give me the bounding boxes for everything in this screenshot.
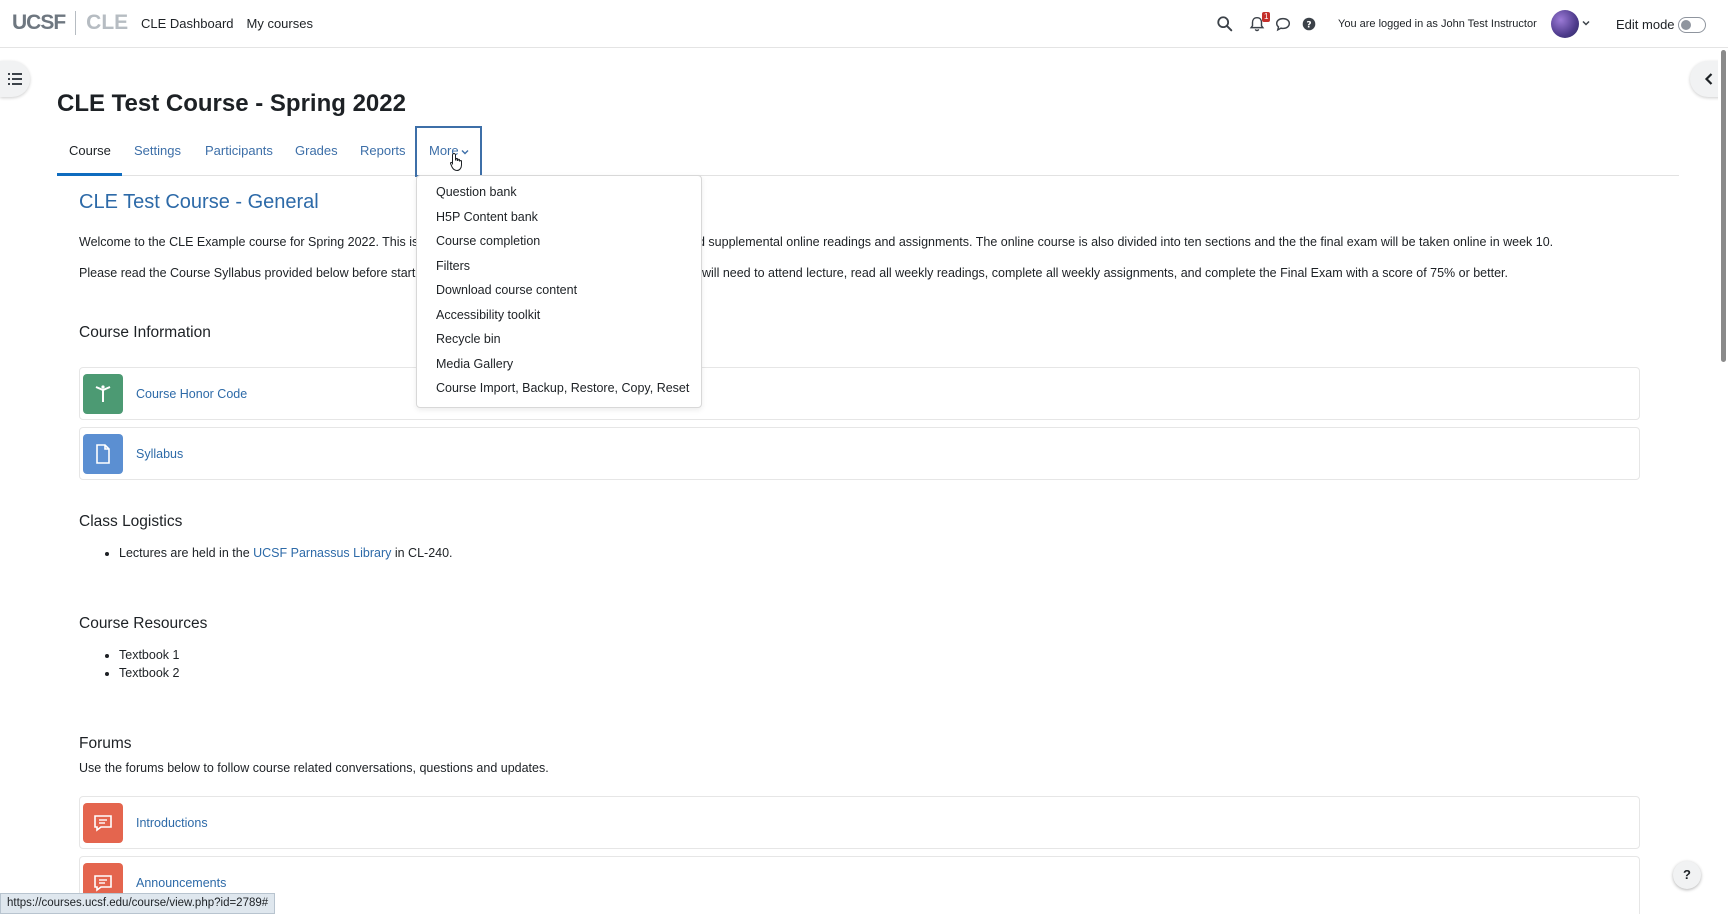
forums-description: Use the forums below to follow course re… <box>79 761 549 775</box>
logistics-text-before: Lectures are held in the <box>119 546 250 560</box>
tab-participants[interactable]: Participants <box>205 143 273 158</box>
logistics-text-after: in CL-240. <box>394 546 453 560</box>
course-index-drawer-toggle[interactable] <box>0 61 30 97</box>
parnassus-library-link[interactable]: UCSF Parnassus Library <box>253 546 391 560</box>
syllabus-file-icon <box>83 434 123 474</box>
list-item: Lectures are held in the UCSF Parnassus … <box>119 546 453 560</box>
honor-code-icon <box>83 374 123 414</box>
scrollbar-thumb[interactable] <box>1721 50 1726 362</box>
course-information-heading: Course Information <box>79 324 211 341</box>
top-navbar: UCSF CLE CLE Dashboard My courses 1 ? Yo… <box>0 0 1728 48</box>
activity-introductions: Introductions <box>79 796 1640 849</box>
site-logo[interactable]: UCSF CLE <box>12 9 128 37</box>
course-title: CLE Test Course - Spring 2022 <box>57 90 406 117</box>
tab-course[interactable]: Course <box>69 143 111 158</box>
browser-status-bar-url: https://courses.ucsf.edu/course/view.php… <box>0 893 276 914</box>
logistics-list: Lectures are held in the UCSF Parnassus … <box>119 546 453 564</box>
edit-mode-toggle[interactable] <box>1678 17 1706 33</box>
activity-syllabus: Syllabus <box>79 427 1640 480</box>
tab-grades[interactable]: Grades <box>295 143 338 158</box>
activity-announcements: Announcements <box>79 856 1640 914</box>
signpost-icon <box>95 385 111 402</box>
tab-settings[interactable]: Settings <box>134 143 181 158</box>
list-item: Textbook 2 <box>119 666 179 680</box>
help-circle-icon[interactable]: ? <box>1300 15 1318 33</box>
welcome-text-left: Welcome to the CLE Example course for Sp… <box>79 235 429 249</box>
help-button[interactable]: ? <box>1673 861 1701 889</box>
menu-item-question-bank[interactable]: Question bank <box>417 180 701 205</box>
menu-item-media-gallery[interactable]: Media Gallery <box>417 352 701 377</box>
logo-cle: CLE <box>86 11 129 34</box>
honor-code-link[interactable]: Course Honor Code <box>136 387 247 401</box>
menu-item-course-import-backup[interactable]: Course Import, Backup, Restore, Copy, Re… <box>417 376 701 401</box>
hand-pointer-cursor-icon <box>449 152 462 172</box>
chat-bubble-icon[interactable] <box>1274 15 1292 33</box>
syllabus-link[interactable]: Syllabus <box>136 447 183 461</box>
syllabus-instructions-right: will need to attend lecture, read all we… <box>702 266 1508 280</box>
more-dropdown-menu: Question bank H5P Content bank Course co… <box>416 175 702 408</box>
notification-count-badge: 1 <box>1262 12 1271 22</box>
menu-item-course-completion[interactable]: Course completion <box>417 229 701 254</box>
edit-mode-label: Edit mode <box>1616 17 1675 32</box>
document-icon <box>96 444 110 464</box>
nav-my-courses[interactable]: My courses <box>247 16 313 31</box>
secondary-navigation-tabs: Course Settings Participants Grades Repo… <box>57 126 1679 177</box>
user-avatar[interactable] <box>1551 10 1579 38</box>
class-logistics-heading: Class Logistics <box>79 513 183 530</box>
forums-heading: Forums <box>79 735 132 752</box>
forum-chat-icon <box>94 875 112 892</box>
logo-divider <box>75 11 77 35</box>
logo-ucsf: UCSF <box>12 11 66 34</box>
chevron-down-icon[interactable] <box>1581 18 1591 28</box>
tab-reports[interactable]: Reports <box>360 143 406 158</box>
page-scrollbar[interactable] <box>1718 48 1728 914</box>
active-tab-indicator <box>57 173 122 176</box>
menu-item-recycle-bin[interactable]: Recycle bin <box>417 327 701 352</box>
forum-icon <box>83 803 123 843</box>
syllabus-instructions-left: Please read the Course Syllabus provided… <box>79 266 426 280</box>
menu-item-download-course-content[interactable]: Download course content <box>417 278 701 303</box>
logged-in-as-text: You are logged in as John Test Instructo… <box>1338 18 1537 30</box>
list-item: Textbook 1 <box>119 648 179 662</box>
forum-chat-icon <box>94 815 112 832</box>
welcome-text-right: d supplemental online readings and assig… <box>698 235 1554 249</box>
search-icon[interactable] <box>1216 15 1234 33</box>
chevron-left-icon <box>1704 73 1713 85</box>
resources-list: Textbook 1 Textbook 2 <box>119 648 179 684</box>
section-title: CLE Test Course - General <box>79 191 319 213</box>
primary-navigation: CLE Dashboard My courses <box>141 16 313 31</box>
nav-cle-dashboard[interactable]: CLE Dashboard <box>141 16 234 31</box>
menu-item-h5p-content-bank[interactable]: H5P Content bank <box>417 205 701 230</box>
introductions-link[interactable]: Introductions <box>136 816 208 830</box>
menu-item-accessibility-toolkit[interactable]: Accessibility toolkit <box>417 303 701 328</box>
course-resources-heading: Course Resources <box>79 615 208 632</box>
activity-honor-code: Course Honor Code <box>79 367 1640 420</box>
menu-item-filters[interactable]: Filters <box>417 254 701 279</box>
svg-text:?: ? <box>1306 21 1311 31</box>
list-icon <box>8 73 22 85</box>
announcements-link[interactable]: Announcements <box>136 876 226 890</box>
